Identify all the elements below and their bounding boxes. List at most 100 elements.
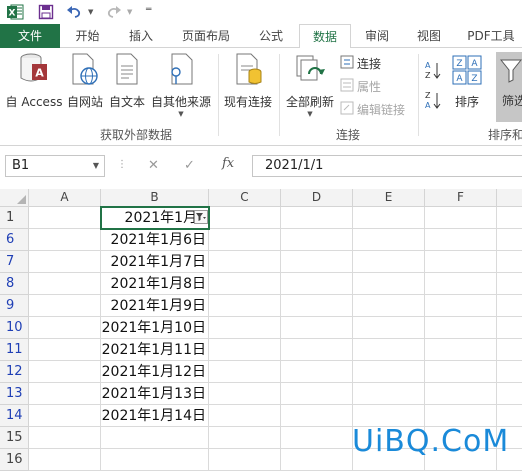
column-header-c[interactable]: C (209, 189, 281, 207)
from-access-button[interactable]: A 自 Access (5, 52, 63, 110)
sort-az-icon: AZ (424, 60, 442, 83)
row-header[interactable]: 14 (0, 405, 29, 427)
svg-text:A: A (456, 74, 463, 84)
cell-b[interactable]: 2021年1月14日 (101, 405, 208, 427)
connections-icon (340, 55, 354, 72)
row-header[interactable]: 7 (0, 251, 29, 273)
tab-view[interactable]: 视图 (403, 24, 455, 48)
name-box-value: B1 (12, 158, 30, 173)
filter-button[interactable]: 筛选 (496, 52, 522, 122)
column-header-b[interactable]: B (101, 189, 209, 207)
from-web-button[interactable]: 自网站 (65, 52, 105, 110)
existing-connections-icon (222, 52, 274, 91)
connections-label: 连接 (357, 57, 382, 71)
save-icon[interactable] (38, 4, 54, 20)
gridline (280, 207, 281, 471)
ribbon: A 自 Access 自网站 自文本 自其他来源 ▼ 获取外部数据 现有连接 全… (0, 48, 522, 146)
column-header-a[interactable]: A (29, 189, 101, 207)
from-other-sources-button[interactable]: 自其他来源 ▼ (149, 52, 213, 118)
cell-b[interactable] (101, 427, 208, 449)
svg-text:X: X (9, 9, 16, 19)
column-header-e[interactable]: E (353, 189, 425, 207)
cell-b[interactable]: 2021年1月7日 (101, 251, 208, 273)
column-header-d[interactable]: D (281, 189, 353, 207)
sort-descending-button[interactable]: ZA (424, 90, 442, 113)
refresh-all-icon (284, 52, 336, 91)
column-header-f[interactable]: F (425, 189, 497, 207)
sort-label: 排序 (454, 95, 479, 109)
group-separator (418, 54, 419, 136)
properties-icon (340, 78, 354, 95)
cell-b[interactable]: 2021年1月13日 (101, 383, 208, 405)
cell-b[interactable]: 2021年1月6日 (101, 229, 208, 251)
row-header[interactable]: 11 (0, 339, 29, 361)
tab-file[interactable]: 文件 (0, 24, 60, 48)
cell-b[interactable]: 2021年1月9日 (101, 295, 208, 317)
undo-dropdown-icon[interactable]: ▼ (88, 8, 93, 16)
name-box-dropdown-icon[interactable]: ▼ (93, 156, 99, 176)
cell-b[interactable] (101, 449, 208, 471)
customize-qat-icon[interactable]: ═ (146, 5, 151, 15)
formula-bar-grip-icon: ⋮ (117, 159, 127, 170)
gridline (208, 207, 209, 471)
redo-icon[interactable] (106, 4, 122, 20)
undo-icon[interactable] (66, 4, 82, 20)
autofilter-dropdown-button[interactable] (194, 210, 208, 224)
from-other-dropdown-icon: ▼ (178, 110, 184, 118)
tab-page-layout[interactable]: 页面布局 (167, 24, 245, 48)
text-file-icon (107, 52, 147, 91)
web-icon (65, 52, 105, 91)
edit-links-button[interactable]: 编辑链接 (340, 101, 405, 118)
tab-formulas[interactable]: 公式 (245, 24, 297, 48)
row-header[interactable]: 10 (0, 317, 29, 339)
column-header-g[interactable] (497, 189, 522, 207)
title-bar: X ▼ ▼ ═ (0, 0, 522, 24)
from-text-button[interactable]: 自文本 (107, 52, 147, 110)
refresh-all-button[interactable]: 全部刷新 ▼ (284, 52, 336, 118)
group-label-connections: 连接 (336, 128, 361, 142)
tab-home[interactable]: 开始 (60, 24, 115, 48)
cell-b[interactable]: 2021年1月12日 (101, 361, 208, 383)
sort-button[interactable]: Z A A Z 排序 (448, 52, 486, 110)
name-box[interactable]: B1 ▼ (5, 155, 105, 177)
tab-insert[interactable]: 插入 (115, 24, 167, 48)
tab-review[interactable]: 审阅 (351, 24, 403, 48)
cancel-icon[interactable]: ✕ (148, 158, 159, 173)
row-header[interactable]: 6 (0, 229, 29, 251)
svg-text:A: A (425, 101, 431, 110)
row-header[interactable]: 8 (0, 273, 29, 295)
cell-b[interactable]: 2021年1月8日 (101, 273, 208, 295)
from-text-label: 自文本 (108, 95, 145, 109)
cell-b[interactable]: 2021年1月11日 (101, 339, 208, 361)
group-separator (279, 54, 280, 136)
other-sources-icon (149, 52, 213, 91)
row-header[interactable]: 9 (0, 295, 29, 317)
row-header[interactable]: 15 (0, 427, 29, 449)
edit-links-label: 编辑链接 (357, 103, 406, 117)
tab-pdf-tools[interactable]: PDF工具 (458, 24, 522, 48)
filter-applied-icon (195, 212, 207, 226)
cell-b[interactable]: 2021年1月10日 (101, 317, 208, 339)
properties-button[interactable]: 属性 (340, 78, 381, 95)
sort-ascending-button[interactable]: AZ (424, 60, 442, 83)
from-other-sources-label: 自其他来源 (150, 95, 211, 109)
tab-data[interactable]: 数据 (299, 24, 351, 49)
gridline (100, 207, 101, 471)
from-access-label: 自 Access (5, 95, 63, 109)
formula-input[interactable]: 2021/1/1 (252, 155, 522, 177)
row-header[interactable]: 1 (0, 207, 29, 229)
excel-logo-icon: X (6, 3, 24, 21)
redo-dropdown-icon[interactable]: ▼ (127, 8, 132, 16)
row-header[interactable]: 16 (0, 449, 29, 471)
enter-icon[interactable]: ✓ (184, 158, 195, 173)
row-header[interactable]: 12 (0, 361, 29, 383)
group-separator (218, 54, 219, 136)
access-db-icon: A (5, 52, 63, 91)
select-all-button[interactable] (0, 189, 29, 207)
existing-connections-button[interactable]: 现有连接 (222, 52, 274, 110)
row-header[interactable]: 13 (0, 383, 29, 405)
connections-button[interactable]: 连接 (340, 55, 381, 72)
insert-function-icon[interactable]: fx (222, 156, 234, 171)
refresh-dropdown-icon: ▼ (307, 110, 313, 118)
sort-za-icon: ZA (424, 90, 442, 113)
